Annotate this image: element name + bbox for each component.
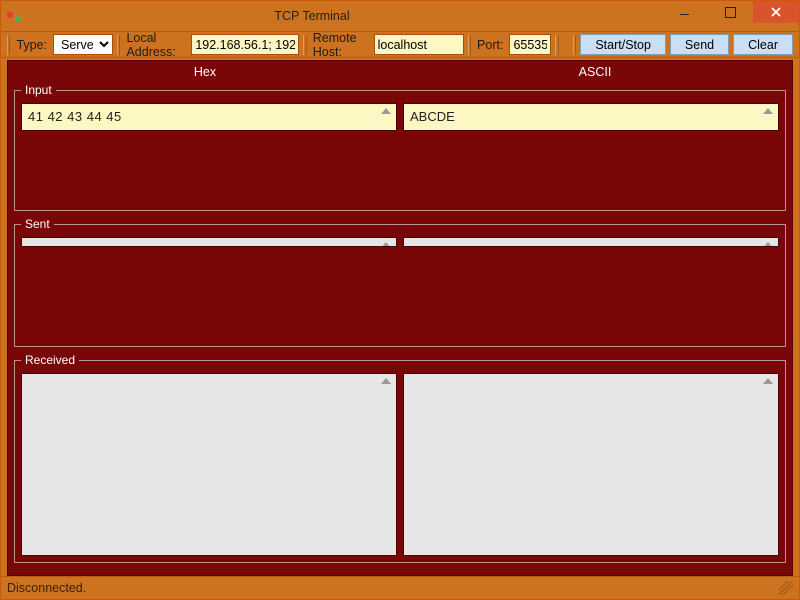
minimize-button[interactable] bbox=[661, 1, 707, 23]
titlebar: TCP Terminal bbox=[1, 1, 799, 31]
input-legend: Input bbox=[21, 83, 56, 97]
toolbar-separator bbox=[303, 35, 306, 55]
resize-grip-icon[interactable] bbox=[779, 581, 793, 595]
workspace: Hex ASCII Input 41 42 43 44 45 ABCDE Sen… bbox=[7, 60, 793, 576]
received-ascii-textbox[interactable] bbox=[403, 373, 779, 556]
sent-hex-textbox[interactable] bbox=[21, 237, 397, 247]
column-headers: Hex ASCII bbox=[10, 63, 790, 83]
port-input[interactable] bbox=[509, 34, 551, 55]
scrollbar-icon bbox=[760, 240, 776, 244]
received-group: Received bbox=[14, 353, 786, 563]
maximize-button[interactable] bbox=[707, 1, 753, 23]
local-address-input[interactable] bbox=[191, 34, 299, 55]
local-address-label: Local Address: bbox=[124, 31, 187, 59]
startstop-button[interactable]: Start/Stop bbox=[580, 34, 666, 55]
toolbar-separator bbox=[117, 35, 120, 55]
clear-button[interactable]: Clear bbox=[733, 34, 793, 55]
toolbar-separator bbox=[573, 35, 576, 55]
sent-group: Sent bbox=[14, 217, 786, 347]
close-button[interactable] bbox=[753, 1, 799, 23]
sent-ascii-textbox[interactable] bbox=[403, 237, 779, 247]
sent-legend: Sent bbox=[21, 217, 54, 231]
input-hex-textbox[interactable]: 41 42 43 44 45 bbox=[21, 103, 397, 131]
app-icon bbox=[7, 8, 23, 24]
toolbar-separator bbox=[468, 35, 471, 55]
scrollbar-icon bbox=[378, 240, 394, 244]
remote-host-input[interactable] bbox=[374, 34, 464, 55]
scrollbar-icon bbox=[378, 106, 394, 128]
toolbar-grip-icon bbox=[7, 35, 10, 55]
type-select[interactable]: Server bbox=[53, 34, 113, 55]
port-label: Port: bbox=[475, 38, 505, 52]
received-legend: Received bbox=[21, 353, 79, 367]
hex-column-header: Hex bbox=[10, 65, 400, 79]
input-ascii-textbox[interactable]: ABCDE bbox=[403, 103, 779, 131]
input-group: Input 41 42 43 44 45 ABCDE bbox=[14, 83, 786, 211]
type-label: Type: bbox=[14, 38, 49, 52]
remote-host-label: Remote Host: bbox=[311, 31, 370, 59]
toolbar-separator bbox=[555, 35, 558, 55]
send-button[interactable]: Send bbox=[670, 34, 729, 55]
window-controls bbox=[661, 1, 799, 31]
statusbar: Disconnected. bbox=[1, 576, 799, 599]
scrollbar-icon bbox=[760, 376, 776, 553]
status-text: Disconnected. bbox=[7, 581, 86, 595]
window-title: TCP Terminal bbox=[0, 9, 661, 23]
scrollbar-icon bbox=[378, 376, 394, 553]
scrollbar-icon bbox=[760, 106, 776, 128]
toolbar: Type: Server Local Address: Remote Host:… bbox=[1, 31, 799, 58]
received-hex-textbox[interactable] bbox=[21, 373, 397, 556]
ascii-column-header: ASCII bbox=[400, 65, 790, 79]
